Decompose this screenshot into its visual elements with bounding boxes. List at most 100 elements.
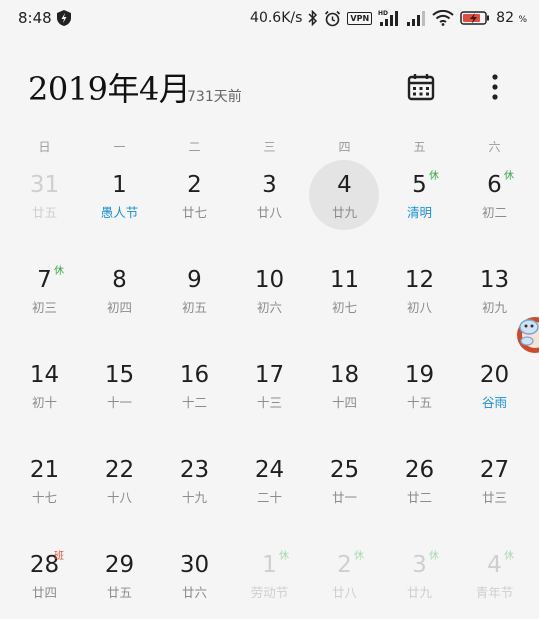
lunar-label: 廿八 bbox=[331, 585, 357, 600]
day-number: 19 bbox=[404, 362, 435, 388]
lunar-label: 十三 bbox=[256, 395, 282, 410]
day-cell[interactable]: 3 廿八 bbox=[232, 160, 307, 255]
day-number: 16 bbox=[179, 362, 210, 388]
day-number: 31 bbox=[29, 172, 60, 198]
lunar-label: 初七 bbox=[331, 300, 357, 315]
day-number: 29 bbox=[104, 552, 135, 578]
day-number: 21 bbox=[29, 457, 60, 483]
lunar-label: 廿三 bbox=[481, 490, 507, 505]
day-cell-today[interactable]: 4 廿九 bbox=[307, 160, 382, 255]
day-cell[interactable]: 1 愚人节 bbox=[82, 160, 157, 255]
day-cell[interactable]: 25 廿一 bbox=[307, 445, 382, 540]
day-number: 15 bbox=[104, 362, 135, 388]
day-number: 30 bbox=[179, 552, 210, 578]
day-cell[interactable]: 21 十七 bbox=[7, 445, 82, 540]
lunar-label: 初二 bbox=[481, 205, 507, 220]
weekday-header: 日 一 二 三 四 五 六 bbox=[7, 138, 532, 158]
day-cell[interactable]: 2 廿八 休 bbox=[307, 540, 382, 619]
lunar-label: 清明 bbox=[406, 205, 432, 220]
week-row: 31 廿五 1 愚人节 2 廿七 3 廿八 4 廿九 5 清明休 6 初二休 bbox=[7, 160, 532, 255]
lunar-label: 青年节 bbox=[475, 585, 514, 600]
lunar-label: 十四 bbox=[331, 395, 357, 410]
month-title[interactable]: 2019年4月 bbox=[28, 64, 191, 110]
lunar-label: 初三 bbox=[31, 300, 57, 315]
day-cell[interactable]: 15 十一 bbox=[82, 350, 157, 445]
day-cell[interactable]: 26 廿二 bbox=[382, 445, 457, 540]
lunar-label: 愚人节 bbox=[100, 205, 139, 220]
day-number: 25 bbox=[329, 457, 360, 483]
day-number: 1 bbox=[262, 552, 277, 578]
lunar-label: 十五 bbox=[406, 395, 432, 410]
lunar-label: 十七 bbox=[31, 490, 57, 505]
day-cell[interactable]: 19 十五 bbox=[382, 350, 457, 445]
day-cell[interactable]: 27 廿三 bbox=[457, 445, 532, 540]
weekday-sat: 六 bbox=[488, 140, 501, 154]
day-cell[interactable]: 1 劳动节 休 bbox=[232, 540, 307, 619]
day-cell[interactable]: 28 廿四 班 bbox=[7, 540, 82, 619]
rest-badge: 休 bbox=[504, 551, 514, 562]
day-cell[interactable]: 9 初五 bbox=[157, 255, 232, 350]
rest-badge: 休 bbox=[504, 171, 514, 182]
month-grid: 31 廿五 1 愚人节 2 廿七 3 廿八 4 廿九 5 清明休 6 初二休 7 初三休 8 初四 9 初五 10 初六 1… bbox=[7, 160, 532, 619]
day-cell[interactable]: 8 初四 bbox=[82, 255, 157, 350]
day-number: 26 bbox=[404, 457, 435, 483]
lunar-label: 十八 bbox=[106, 490, 132, 505]
alarm-icon bbox=[325, 10, 341, 26]
day-cell[interactable]: 24 二十 bbox=[232, 445, 307, 540]
svg-text:HD: HD bbox=[378, 10, 388, 17]
calendar-icon[interactable] bbox=[404, 70, 438, 104]
day-number: 2 bbox=[187, 172, 202, 198]
day-cell[interactable]: 18 十四 bbox=[307, 350, 382, 445]
lunar-label: 初五 bbox=[181, 300, 207, 315]
day-cell[interactable]: 5 清明 休 bbox=[382, 160, 457, 255]
lunar-label: 十一 bbox=[106, 395, 132, 410]
day-cell[interactable]: 10 初六 bbox=[232, 255, 307, 350]
more-icon[interactable] bbox=[482, 70, 508, 104]
day-number: 8 bbox=[112, 267, 127, 293]
day-cell[interactable]: 23 十九 bbox=[157, 445, 232, 540]
day-number: 22 bbox=[104, 457, 135, 483]
day-number: 9 bbox=[187, 267, 202, 293]
day-number: 28 bbox=[29, 552, 60, 578]
workday-badge: 班 bbox=[54, 551, 64, 562]
day-cell[interactable]: 17 十三 bbox=[232, 350, 307, 445]
signal-icon: HD bbox=[378, 10, 399, 26]
lunar-label: 十九 bbox=[181, 490, 207, 505]
day-cell[interactable]: 11 初七 bbox=[307, 255, 382, 350]
day-cell[interactable]: 3 廿九 休 bbox=[382, 540, 457, 619]
shield-icon bbox=[57, 10, 71, 26]
day-cell[interactable]: 6 初二 休 bbox=[457, 160, 532, 255]
lunar-label: 廿九 bbox=[331, 205, 357, 220]
days-ago-label: 731天前 bbox=[187, 89, 242, 105]
day-number: 7 bbox=[37, 267, 52, 293]
weekday-wed: 三 bbox=[263, 140, 276, 154]
day-cell[interactable]: 29 廿五 bbox=[82, 540, 157, 619]
day-cell[interactable]: 30 廿六 bbox=[157, 540, 232, 619]
wifi-icon bbox=[432, 10, 454, 26]
rest-badge: 休 bbox=[429, 171, 439, 182]
lunar-label: 廿二 bbox=[406, 490, 432, 505]
weekday-thu: 四 bbox=[338, 140, 351, 154]
lunar-label: 二十 bbox=[256, 490, 282, 505]
lunar-label: 廿四 bbox=[31, 585, 57, 600]
week-row: 28 廿四班 29 廿五 30 廿六 1 劳动节休 2 廿八休 3 廿九休 4 青年节休 bbox=[7, 540, 532, 619]
day-cell[interactable]: 22 十八 bbox=[82, 445, 157, 540]
day-cell[interactable]: 16 十二 bbox=[157, 350, 232, 445]
status-bar: 8:48 40.6K/s VPN HD 82 % bbox=[0, 0, 539, 36]
floating-widget-icon[interactable] bbox=[513, 305, 539, 365]
lunar-label: 廿六 bbox=[181, 585, 207, 600]
vpn-icon: VPN bbox=[347, 11, 373, 25]
day-cell[interactable]: 31 廿五 bbox=[7, 160, 82, 255]
day-number: 20 bbox=[479, 362, 510, 388]
day-number: 27 bbox=[479, 457, 510, 483]
day-cell[interactable]: 2 廿七 bbox=[157, 160, 232, 255]
day-cell[interactable]: 7 初三 休 bbox=[7, 255, 82, 350]
day-number: 24 bbox=[254, 457, 285, 483]
network-speed: 40.6K/s bbox=[250, 10, 303, 26]
day-cell[interactable]: 4 青年节 休 bbox=[457, 540, 532, 619]
day-cell[interactable]: 12 初八 bbox=[382, 255, 457, 350]
lunar-label: 初十 bbox=[31, 395, 57, 410]
day-cell[interactable]: 14 初十 bbox=[7, 350, 82, 445]
battery-icon bbox=[460, 11, 490, 25]
rest-badge: 休 bbox=[279, 551, 289, 562]
